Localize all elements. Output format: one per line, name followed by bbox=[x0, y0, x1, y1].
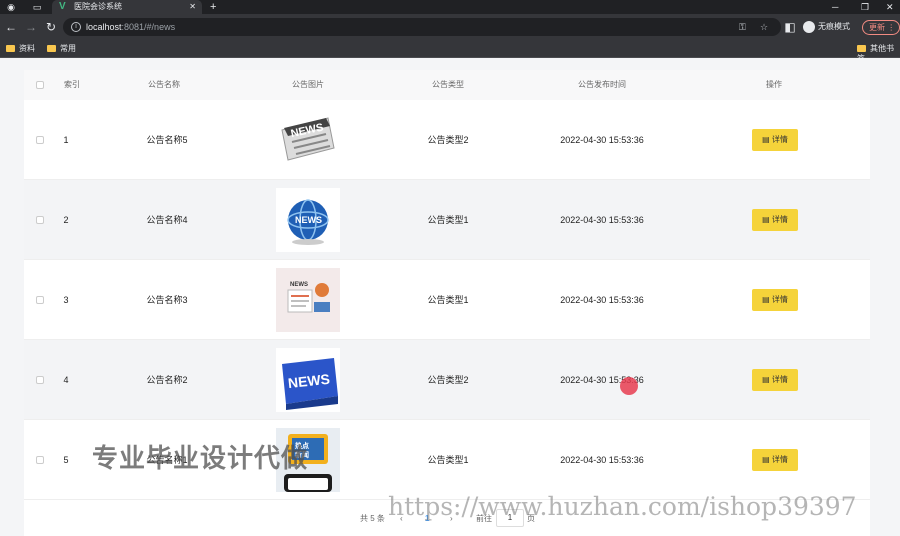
row-index: 2 bbox=[63, 215, 69, 225]
svg-text:NEWS: NEWS bbox=[290, 282, 308, 288]
table-row: 3 公告名称3 NEWS 公告类型1 2022-04-30 15:53:36 ▤… bbox=[24, 260, 870, 340]
update-label: 更新 bbox=[869, 23, 885, 32]
row-time: 2022-04-30 15:53:36 bbox=[560, 455, 644, 465]
row-checkbox[interactable] bbox=[36, 216, 44, 224]
browser-toolbar: ← → ↻ i localhost:8081/#/news ⚿ ☆ ◧ 无痕模式… bbox=[0, 14, 900, 40]
browser-tab-bar: ◉ ▭ V 医院会诊系统 ✕ + ─ ❐ ✕ bbox=[0, 0, 900, 14]
detail-label: 详情 bbox=[771, 295, 788, 304]
reload-icon[interactable]: ↻ bbox=[44, 20, 58, 34]
row-index: 3 bbox=[63, 295, 69, 305]
tab-title: 医院会诊系统 bbox=[74, 2, 122, 11]
news-newspaper-icon: NEWS bbox=[281, 117, 335, 161]
row-name: 公告名称2 bbox=[146, 375, 188, 385]
row-name: 公告名称3 bbox=[146, 295, 188, 305]
profile-label: 无痕模式 bbox=[818, 22, 850, 31]
table-row: 1 公告名称5 NEWS 公告类型2 2022-04-30 15:53:36 ▤… bbox=[24, 100, 870, 180]
bookmark-star-icon[interactable]: ☆ bbox=[760, 21, 768, 33]
row-checkbox[interactable] bbox=[36, 296, 44, 304]
row-type: 公告类型1 bbox=[427, 215, 469, 225]
header-image: 公告图片 bbox=[292, 80, 324, 89]
row-type: 公告类型1 bbox=[427, 455, 469, 465]
detail-label: 详情 bbox=[771, 215, 788, 224]
folder-icon bbox=[47, 45, 56, 53]
detail-button[interactable]: ▤ 详情 bbox=[752, 289, 798, 311]
address-bar[interactable]: i localhost:8081/#/news ⚿ ☆ bbox=[63, 18, 781, 36]
detail-button[interactable]: ▤ 详情 bbox=[752, 369, 798, 391]
news-globe-icon: NEWS bbox=[276, 188, 340, 252]
folder-icon bbox=[857, 45, 866, 53]
row-time: 2022-04-30 15:53:36 bbox=[560, 375, 644, 385]
update-button[interactable]: 更新 ⋮ bbox=[862, 20, 900, 35]
minimize-icon[interactable]: ─ bbox=[832, 1, 838, 13]
header-time: 公告发布时间 bbox=[578, 80, 626, 89]
doc-icon: ▤ bbox=[762, 135, 770, 144]
bookmarks-bar: 资料 常用 其他书签 bbox=[0, 40, 900, 63]
folder-icon bbox=[6, 45, 15, 53]
row-index: 1 bbox=[63, 135, 69, 145]
detail-label: 详情 bbox=[771, 375, 788, 384]
close-tab-icon[interactable]: ✕ bbox=[189, 2, 196, 12]
row-type: 公告类型1 bbox=[427, 295, 469, 305]
key-icon[interactable]: ⚿ bbox=[739, 21, 746, 33]
doc-icon: ▤ bbox=[762, 455, 770, 464]
mouse-cursor-highlight bbox=[620, 377, 638, 395]
row-type: 公告类型2 bbox=[427, 375, 469, 385]
tab-search-icon[interactable]: ▭ bbox=[32, 2, 42, 12]
row-index: 5 bbox=[63, 455, 69, 465]
table-row: 2 公告名称4 NEWS 公告类型1 2022-04-30 15:53:36 ▤… bbox=[24, 180, 870, 260]
close-window-icon[interactable]: ✕ bbox=[886, 1, 894, 13]
incognito-icon bbox=[803, 20, 815, 33]
news-illustration-icon: NEWS bbox=[276, 268, 340, 332]
row-index: 4 bbox=[63, 375, 69, 385]
row-checkbox[interactable] bbox=[36, 376, 44, 384]
doc-icon: ▤ bbox=[762, 295, 770, 304]
browser-menu-icon[interactable]: ◉ bbox=[6, 2, 16, 12]
bookmark-folder-common[interactable]: 常用 bbox=[47, 44, 76, 54]
row-checkbox[interactable] bbox=[36, 136, 44, 144]
forward-icon[interactable]: → bbox=[24, 20, 38, 34]
back-icon[interactable]: ← bbox=[4, 20, 18, 34]
doc-icon: ▤ bbox=[762, 215, 770, 224]
row-time: 2022-04-30 15:53:36 bbox=[560, 135, 644, 145]
vue-logo-icon: V bbox=[59, 1, 66, 12]
table-row: 4 公告名称2 NEWS 公告类型2 2022-04-30 15:53:36 ▤… bbox=[24, 340, 870, 420]
sidebar-icon[interactable]: ◧ bbox=[783, 20, 797, 34]
header-name: 公告名称 bbox=[148, 80, 180, 89]
svg-text:NEWS: NEWS bbox=[295, 215, 322, 225]
detail-label: 详情 bbox=[771, 455, 788, 464]
doc-icon: ▤ bbox=[762, 375, 770, 384]
url-text: localhost:8081/#/news bbox=[86, 22, 176, 32]
site-info-icon[interactable]: i bbox=[71, 22, 81, 32]
detail-button[interactable]: ▤ 详情 bbox=[752, 209, 798, 231]
watermark-text: 专业毕业设计代做 bbox=[92, 443, 309, 473]
header-action: 操作 bbox=[766, 80, 782, 89]
table-header: 索引 公告名称 公告图片 公告类型 公告发布时间 操作 bbox=[24, 70, 870, 100]
detail-label: 详情 bbox=[771, 135, 788, 144]
row-checkbox[interactable] bbox=[36, 456, 44, 464]
incognito-profile[interactable]: 无痕模式 bbox=[803, 20, 850, 34]
pagination-total: 共 5 条 bbox=[360, 514, 385, 523]
row-name: 公告名称4 bbox=[146, 215, 188, 225]
row-time: 2022-04-30 15:53:36 bbox=[560, 215, 644, 225]
row-type: 公告类型2 bbox=[427, 135, 469, 145]
new-tab-icon[interactable]: + bbox=[210, 1, 216, 13]
detail-button[interactable]: ▤ 详情 bbox=[752, 129, 798, 151]
row-name: 公告名称5 bbox=[146, 135, 188, 145]
tab-active[interactable]: V 医院会诊系统 ✕ bbox=[52, 0, 202, 14]
restore-icon[interactable]: ❐ bbox=[861, 1, 869, 13]
bookmark-folder-materials[interactable]: 资料 bbox=[6, 44, 35, 54]
row-time: 2022-04-30 15:53:36 bbox=[560, 295, 644, 305]
header-index: 索引 bbox=[64, 80, 80, 89]
watermark-url: https://www.huzhan.com/ishop39397 bbox=[388, 492, 857, 521]
select-all-checkbox[interactable] bbox=[36, 81, 44, 89]
header-type: 公告类型 bbox=[432, 80, 464, 89]
detail-button[interactable]: ▤ 详情 bbox=[752, 449, 798, 471]
news-key-icon: NEWS bbox=[276, 348, 340, 412]
